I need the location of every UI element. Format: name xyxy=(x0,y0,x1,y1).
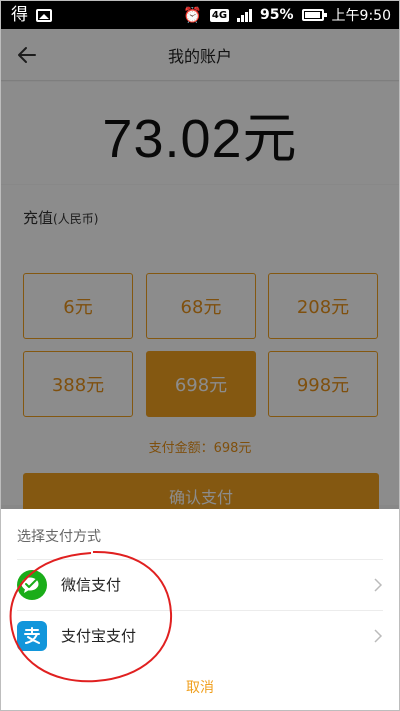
app-notification-icon: 得 xyxy=(11,4,28,25)
chevron-right-icon xyxy=(374,628,383,643)
cancel-button[interactable]: 取消 xyxy=(1,677,399,697)
gallery-notification-icon xyxy=(36,8,52,22)
status-bar: 得 ⏰ 4G 95% 上午9:50 xyxy=(1,1,399,29)
wechat-pay-label: 微信支付 xyxy=(61,576,122,594)
alarm-icon: ⏰ xyxy=(183,6,202,24)
clock: 上午9:50 xyxy=(331,8,391,24)
status-left: 得 xyxy=(11,4,52,25)
battery-percent: 95% xyxy=(260,7,294,23)
chevron-right-icon xyxy=(374,577,383,592)
wechat-pay-option[interactable]: 微信支付 xyxy=(17,559,383,609)
payment-method-sheet: 选择支付方式 微信支付 支付宝支付 取消 xyxy=(1,509,399,710)
alipay-option[interactable]: 支付宝支付 xyxy=(17,610,383,660)
alipay-label: 支付宝支付 xyxy=(61,627,137,645)
alipay-icon xyxy=(17,620,47,651)
status-right: ⏰ 4G 95% 上午9:50 xyxy=(183,5,391,25)
sheet-title: 选择支付方式 xyxy=(17,529,101,545)
network-type-badge: 4G xyxy=(209,8,230,22)
battery-icon xyxy=(301,9,327,21)
signal-icon xyxy=(237,8,253,22)
wechat-pay-icon xyxy=(17,569,47,600)
phone-screen: 得 ⏰ 4G 95% 上午9:50 我的账户 73.02元 充值(人民币) 6元… xyxy=(0,0,400,711)
